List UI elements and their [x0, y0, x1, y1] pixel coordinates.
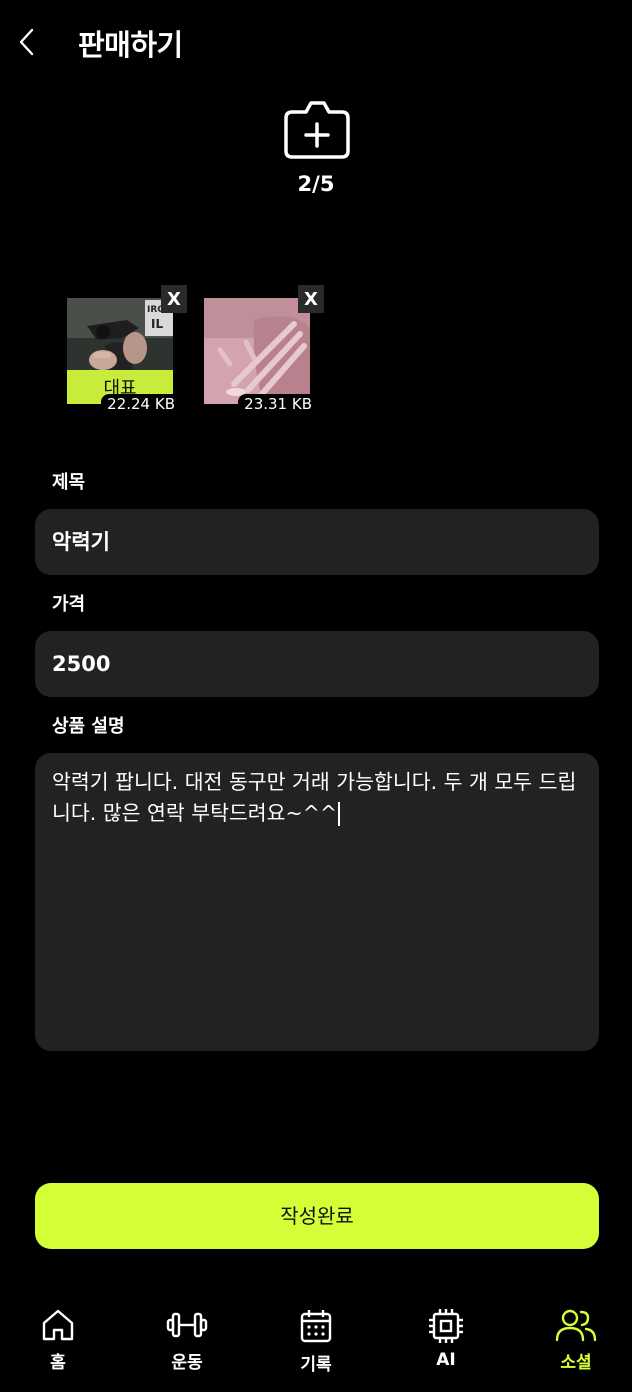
text-cursor — [338, 802, 341, 826]
tab-label: 소셜 — [560, 1353, 592, 1373]
tab-home[interactable]: 홈 — [8, 1296, 108, 1373]
tab-workout[interactable]: 운동 — [137, 1296, 237, 1373]
chip-icon — [429, 1309, 463, 1343]
dumbbell-icon — [166, 1312, 208, 1338]
tab-label: AI — [436, 1350, 456, 1370]
remove-image-button[interactable]: X — [298, 285, 324, 313]
pink-equipment-photo — [204, 298, 310, 404]
back-button[interactable] — [14, 26, 42, 58]
file-size: 22.24 KB — [101, 394, 181, 414]
home-icon — [42, 1309, 74, 1341]
file-size: 23.31 KB — [238, 394, 318, 414]
tab-label: 기록 — [300, 1355, 332, 1375]
svg-text:IL: IL — [151, 317, 163, 331]
price-input[interactable]: 2500 — [35, 631, 599, 697]
image-thumbnail[interactable]: IRO IL 대표 X 22.24 KB — [67, 285, 187, 414]
users-icon — [555, 1309, 597, 1342]
description-textarea[interactable]: 악력기 팝니다. 대전 동구만 거래 가능합니다. 두 개 모두 드립니다. 많… — [35, 753, 599, 1051]
remove-image-button[interactable]: X — [161, 285, 187, 313]
tab-label: 운동 — [171, 1353, 203, 1373]
camera-add-icon — [284, 101, 350, 159]
submit-button[interactable]: 작성완료 — [35, 1183, 599, 1249]
photo-count: 2/5 — [297, 172, 335, 196]
description-text: 악력기 팝니다. 대전 동구만 거래 가능합니다. 두 개 모두 드립니다. 많… — [52, 770, 577, 825]
header: 판매하기 — [0, 0, 632, 84]
tab-ai[interactable]: AI — [396, 1296, 496, 1370]
tab-label: 홈 — [50, 1353, 66, 1373]
tab-records[interactable]: 기록 — [266, 1296, 366, 1375]
price-label: 가격 — [52, 594, 86, 615]
chevron-left-icon — [19, 28, 34, 56]
description-label: 상품 설명 — [52, 716, 125, 737]
page-title: 판매하기 — [78, 28, 183, 62]
bottom-tab-bar: 홈 운동 기록 AI 소셜 — [0, 1296, 632, 1392]
title-input[interactable]: 악력기 — [35, 509, 599, 575]
tab-social[interactable]: 소셜 — [526, 1296, 626, 1373]
add-photo-button[interactable] — [284, 100, 350, 160]
title-label: 제목 — [52, 472, 86, 493]
calendar-icon — [300, 1310, 332, 1343]
image-thumbnail[interactable]: X 23.31 KB — [204, 285, 324, 414]
